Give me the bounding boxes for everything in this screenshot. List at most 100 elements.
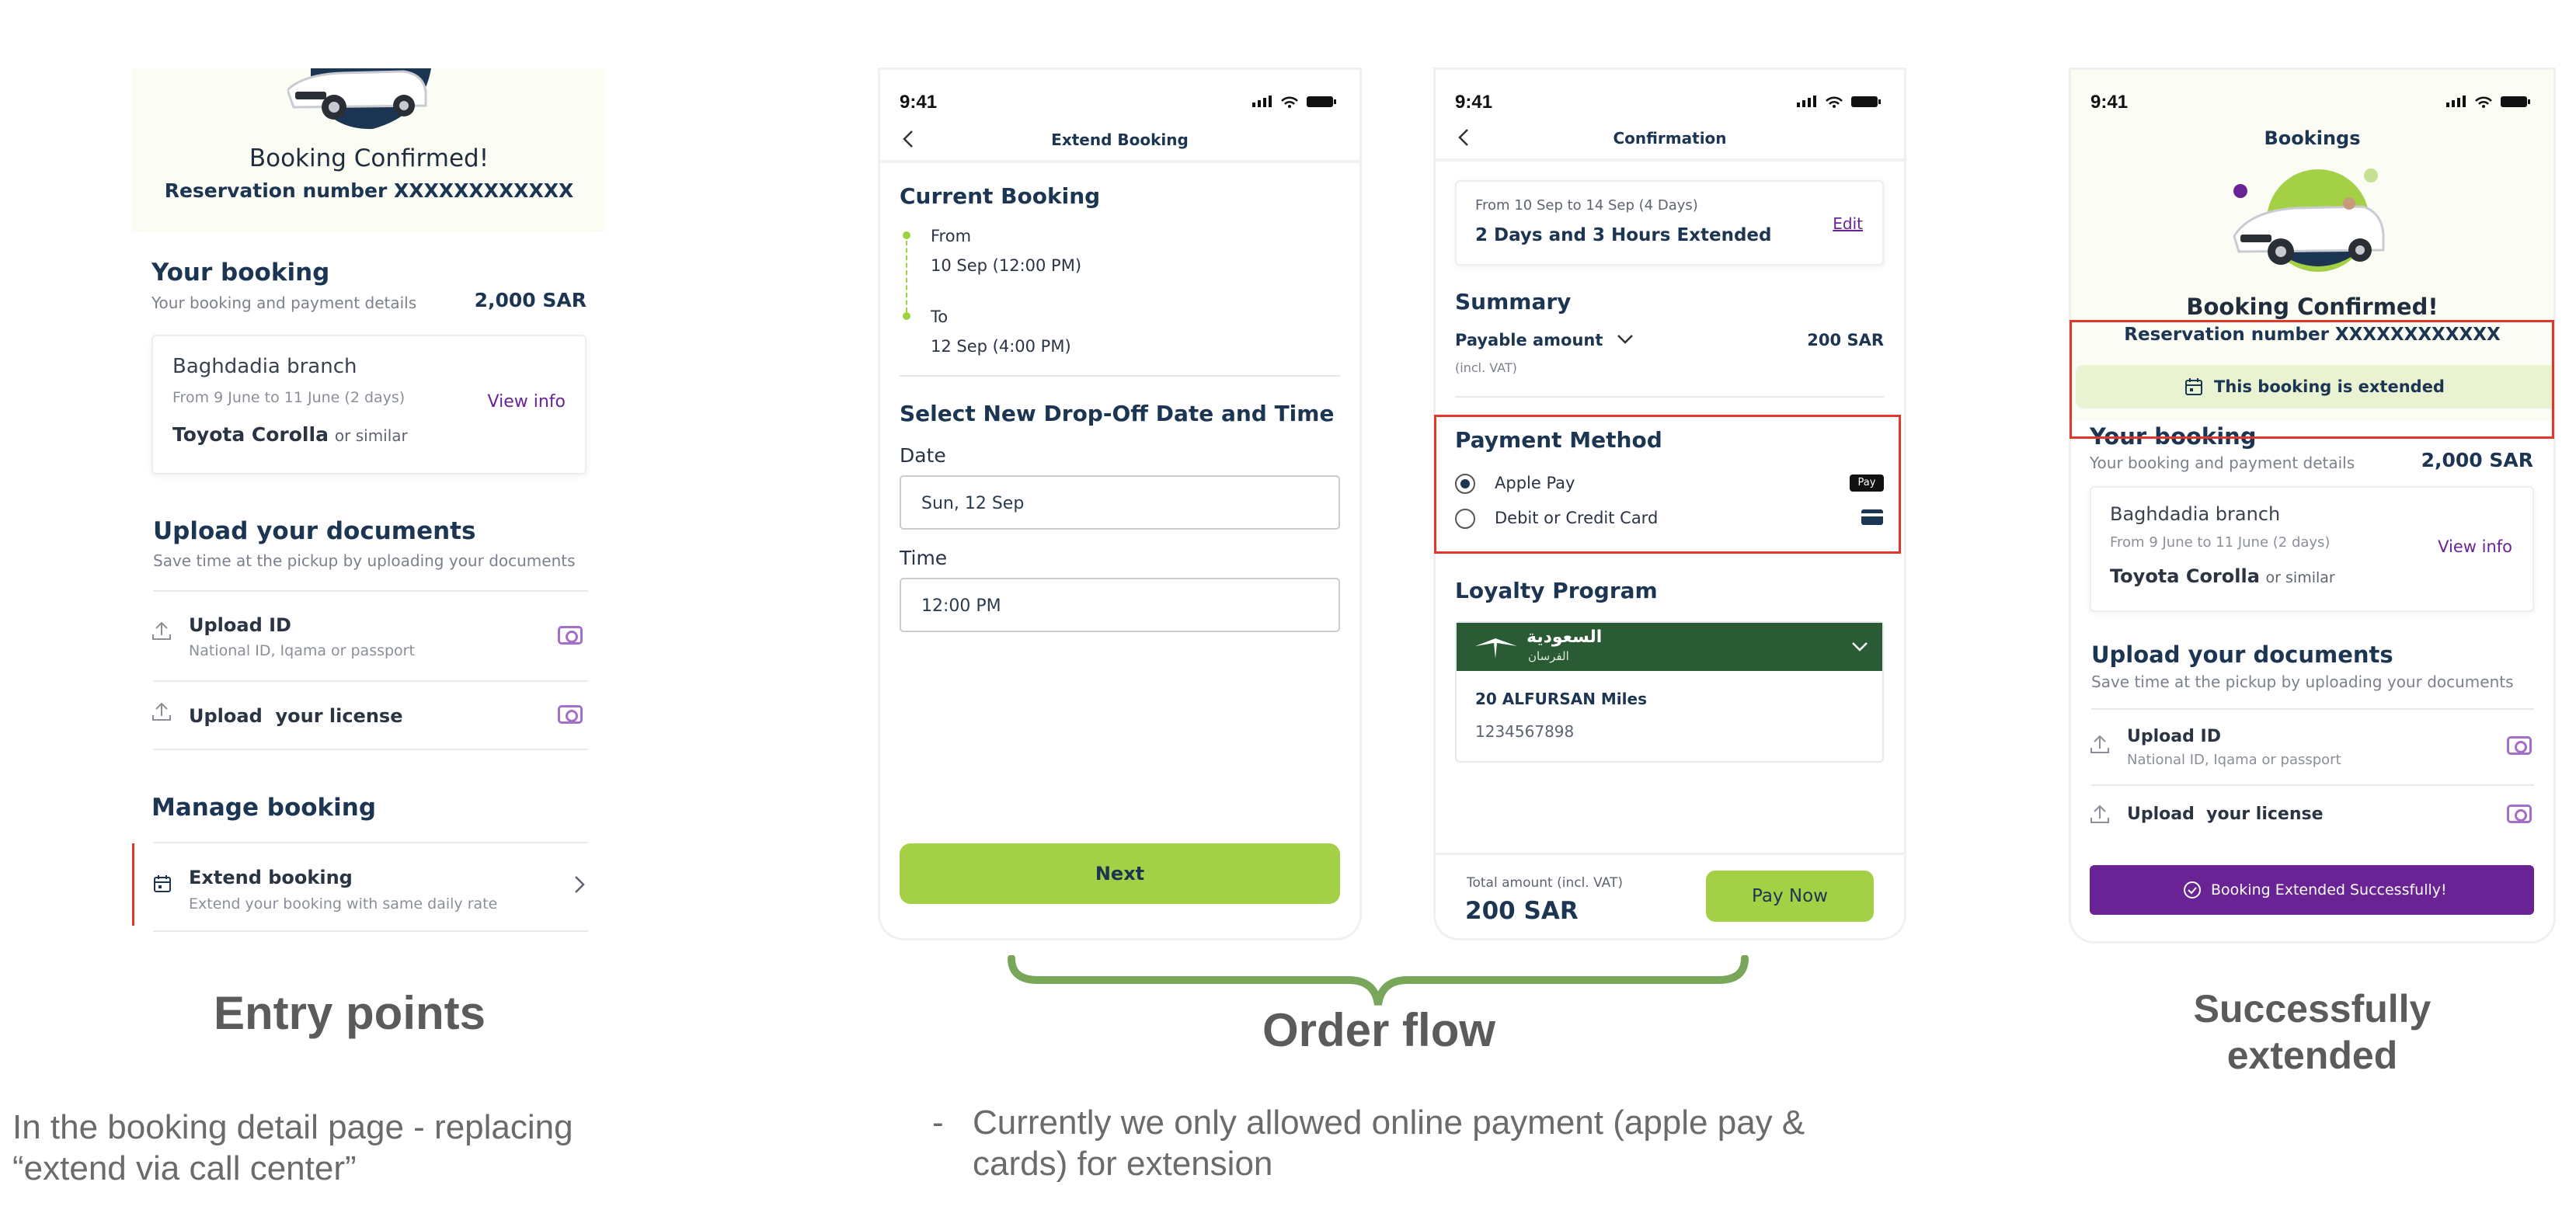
upload-icon [2090, 805, 2109, 823]
branch-name: Baghdadia branch [172, 355, 357, 378]
upload-license-label[interactable]: Upload your license [189, 705, 402, 727]
status-icons [1252, 96, 1336, 108]
upload-icon [152, 702, 171, 721]
loyalty-program-heading: Loyalty Program [1455, 578, 1658, 603]
upload-id-hint: National ID, Iqama or passport [189, 642, 415, 659]
extension-card: From 10 Sep to 14 Sep (4 Days) 2 Days an… [1455, 180, 1884, 266]
timeline [903, 231, 910, 320]
upload-id-hint: National ID, Iqama or passport [2127, 752, 2341, 768]
extension-duration: 2 Days and 3 Hours Extended [1475, 225, 1772, 245]
upload-documents-subtitle: Save time at the pickup by uploading you… [153, 551, 576, 570]
header-divider [1436, 158, 1904, 162]
entry-point-screen: Booking Confirmed! Reservation number XX… [132, 68, 606, 940]
upload-license-label[interactable]: Upload your license [2127, 805, 2324, 824]
order-note-bullet: - [932, 1104, 944, 1142]
saudia-logo-text: السعودية [1526, 627, 1603, 647]
screen-title: Confirmation [1613, 129, 1727, 148]
payable-amount-value: 200 SAR [1807, 331, 1884, 349]
camera-icon[interactable] [2507, 736, 2532, 755]
saudia-logo-icon [1475, 638, 1517, 659]
header-divider [880, 160, 1359, 163]
next-button[interactable]: Next [900, 843, 1340, 904]
saudia-banner: السعودية الفرسان [1457, 623, 1882, 671]
success-toast-label: Booking Extended Successfully! [2211, 881, 2447, 899]
status-bar: 9:41 [880, 70, 1359, 116]
divider [153, 680, 588, 682]
alfursan-logo-text: الفرسان [1528, 649, 1569, 663]
success-caption-line1: Successfully [2193, 987, 2432, 1031]
booking-card: Baghdadia branch From 9 June to 11 June … [2090, 486, 2534, 612]
upload-id-label[interactable]: Upload ID [2127, 727, 2221, 746]
upload-icon [152, 621, 171, 640]
status-bar: 9:41 [2071, 70, 2553, 116]
booking-confirmed-title: Booking Confirmed! [249, 144, 489, 172]
car-illustration [2233, 169, 2385, 272]
time-value: 12:00 PM [921, 596, 1001, 616]
date-value: Sun, 12 Sep [921, 494, 1025, 513]
your-booking-heading: Your booking [151, 259, 330, 287]
divider [153, 930, 588, 932]
time-field[interactable]: 12:00 PM [900, 578, 1340, 632]
screen-title: Extend Booking [1051, 130, 1189, 149]
divider [153, 590, 588, 592]
divider [1455, 396, 1884, 398]
view-info-link[interactable]: View info [488, 392, 566, 412]
status-time: 9:41 [900, 92, 938, 113]
screen-title: Bookings [2264, 127, 2361, 149]
to-label: To [931, 308, 949, 326]
car-or-similar: or similar [2265, 569, 2335, 586]
extend-booking-screen: 9:41 Extend Booking Current Booking From… [880, 70, 1359, 938]
calendar-icon [154, 875, 171, 892]
status-time: 9:41 [2090, 92, 2129, 113]
chevron-down-icon[interactable] [1617, 334, 1634, 345]
manage-booking-heading: Manage booking [151, 794, 377, 822]
upload-documents-heading: Upload your documents [153, 517, 476, 545]
divider [900, 375, 1340, 377]
payment-details-label: Your booking and payment details [2090, 454, 2355, 472]
loyalty-card[interactable]: السعودية الفرسان 20 ALFURSAN Miles 12345… [1455, 621, 1884, 763]
order-flow-caption: Order flow [1262, 1004, 1496, 1056]
extension-range: From 10 Sep to 14 Sep (4 Days) [1475, 197, 1698, 214]
booking-dates: From 9 June to 11 June (2 days) [2110, 534, 2331, 551]
car-model: Toyota Corolla or similar [2110, 565, 2335, 587]
entry-points-caption: Entry points [213, 987, 486, 1039]
success-toast: Booking Extended Successfully! [2090, 865, 2534, 915]
camera-icon[interactable] [2507, 805, 2532, 823]
payable-amount-label[interactable]: Payable amount [1455, 331, 1603, 349]
booking-dates: From 9 June to 11 June (2 days) [172, 389, 406, 406]
car-name: Toyota Corolla [2110, 565, 2260, 587]
date-field[interactable]: Sun, 12 Sep [900, 475, 1340, 530]
booking-card: Baghdadia branch From 9 June to 11 June … [151, 335, 587, 474]
chevron-right-icon [575, 876, 585, 893]
camera-icon[interactable] [558, 626, 583, 645]
upload-id-label[interactable]: Upload ID [189, 614, 291, 636]
extend-booking-label: Extend booking [189, 867, 353, 888]
extended-booking-screen: 9:41 Bookings Booking Confirmed! Reserva… [2071, 70, 2553, 941]
upload-icon [2090, 735, 2109, 753]
car-illustration [287, 68, 431, 130]
status-icons [2446, 96, 2530, 108]
payment-method-highlight [1434, 415, 1901, 554]
reservation-number: Reservation number XXXXXXXXXXXX [164, 179, 574, 202]
pay-now-button[interactable]: Pay Now [1706, 871, 1874, 922]
camera-icon[interactable] [558, 705, 583, 724]
edit-link[interactable]: Edit [1833, 214, 1863, 233]
divider [153, 749, 588, 750]
car-or-similar: or similar [334, 426, 408, 445]
loyalty-member-number: 1234567898 [1475, 722, 1575, 741]
vat-note: (incl. VAT) [1455, 360, 1517, 375]
view-info-link[interactable]: View info [2438, 537, 2512, 556]
highlight-bar [132, 843, 134, 926]
payment-details-label: Your booking and payment details [151, 294, 417, 312]
divider [2091, 784, 2534, 786]
branch-name: Baghdadia branch [2110, 503, 2281, 525]
loyalty-miles: 20 ALFURSAN Miles [1475, 690, 1647, 708]
summary-heading: Summary [1455, 289, 1572, 315]
chevron-down-icon[interactable] [1851, 641, 1868, 652]
extend-booking-hint: Extend your booking with same daily rate [189, 895, 498, 912]
extended-status-highlight [2070, 320, 2554, 439]
extend-booking-row[interactable]: Extend booking Extend your booking with … [132, 843, 606, 930]
entry-note-line1: In the booking detail page - replacing [12, 1108, 573, 1146]
car-name: Toyota Corolla [172, 423, 329, 446]
total-label: Total amount (incl. VAT) [1467, 875, 1623, 891]
